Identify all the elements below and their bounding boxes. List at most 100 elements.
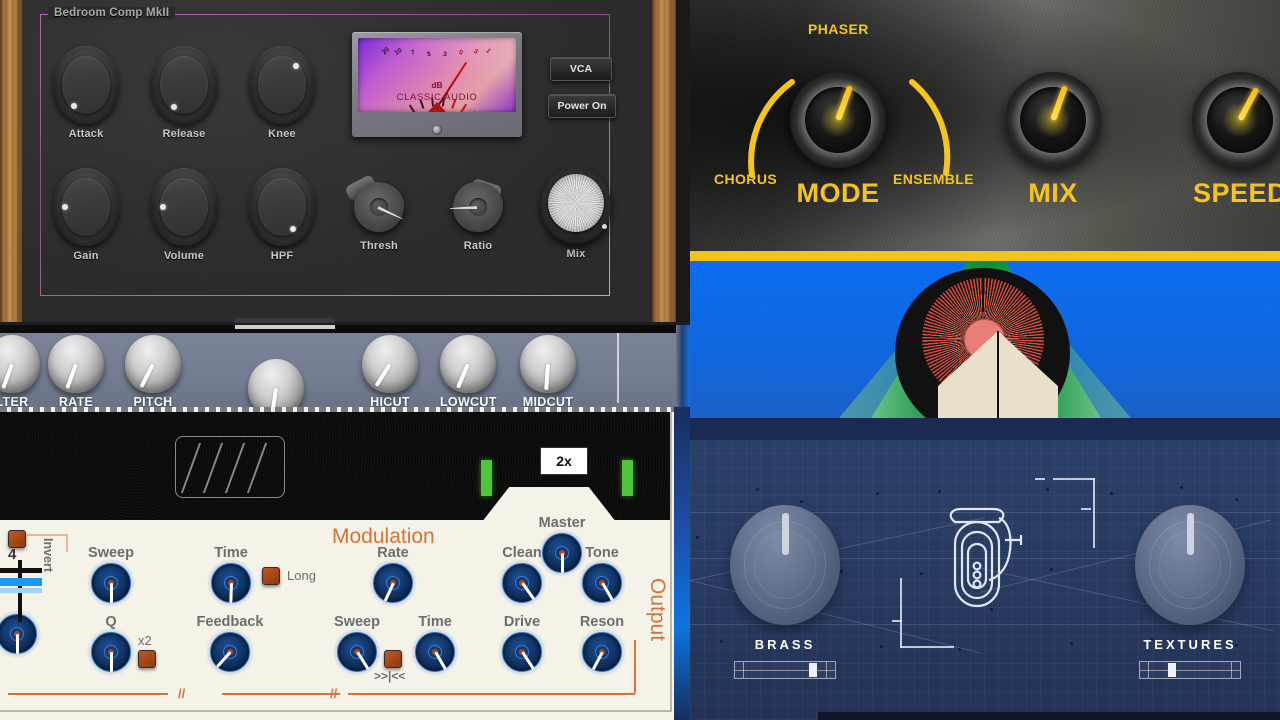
output-section-title: Output [646, 578, 669, 642]
slider-brass-handle[interactable] [809, 663, 817, 677]
blueprint-bottom-bar [818, 712, 1280, 720]
knob-attack-label: Attack [68, 128, 104, 140]
mode-label-ensemble: ENSEMBLE [893, 171, 974, 187]
x2-toggle[interactable] [138, 650, 156, 668]
knob-attack[interactable]: Attack [52, 46, 120, 140]
mod-knob-edge-indicator [15, 634, 19, 654]
mod-knob-time-bottom[interactable]: Time [400, 614, 470, 676]
mod-knob-sweep-top-indicator [109, 583, 113, 603]
knob-knee-label: Knee [268, 128, 296, 140]
vca-button[interactable]: VCA [550, 57, 612, 81]
compressor-bottom-tab[interactable] [235, 318, 335, 323]
mod-knob-feedback[interactable]: Feedback [195, 614, 265, 676]
phaser-plugin-panel: PHASER CHORUS ENSEMBLE MODE MIX SPEED [690, 0, 1280, 256]
knob-mix-phaser[interactable]: MIX [1005, 72, 1101, 209]
strip-knob-hicut[interactable]: HICUT [362, 335, 418, 407]
knob-thresh[interactable]: Thresh [344, 168, 410, 252]
compressor-group-title: Bedroom Comp MkII [48, 7, 176, 19]
strip-knob-indicator [65, 363, 78, 390]
power-on-button[interactable]: Power On [548, 94, 616, 118]
strip-knob-lter[interactable]: LTER [0, 335, 40, 407]
strip-divider [617, 333, 619, 403]
strip-knob-label: LTER [0, 395, 29, 407]
strip-knob-lowcut[interactable]: LOWCUT [440, 335, 496, 407]
wood-side-panel-right [652, 0, 676, 330]
mod-knob-drive[interactable]: Drive [487, 614, 557, 676]
strip-knob-midcut[interactable]: MIDCUT [520, 335, 576, 407]
sync-toggle-label: >>|<< [374, 669, 406, 683]
knob-mix[interactable]: Mix [541, 166, 611, 260]
wood-side-panel-left [0, 0, 22, 330]
strip-knob-indicator [544, 363, 550, 391]
knob-volume[interactable]: Volume [150, 168, 218, 262]
knob-gain[interactable]: Gain [52, 168, 120, 262]
mode-label-phaser: PHASER [808, 21, 869, 37]
slider-textures[interactable] [1139, 661, 1241, 679]
mod-knob-q[interactable]: Q [76, 614, 146, 676]
knob-speed[interactable]: SPEED [1192, 72, 1280, 209]
mod-knob-time-top[interactable]: Time [196, 545, 266, 607]
knob-hpf-indicator [289, 225, 296, 232]
mod-knob-clean[interactable]: Clean [487, 545, 557, 607]
peak-multiplier-badge[interactable]: 2x [540, 447, 588, 475]
long-toggle[interactable] [262, 567, 280, 585]
mod-knob-tone[interactable]: Tone [567, 545, 637, 607]
strip-knob-indicator [139, 363, 155, 389]
mix-fader[interactable] [0, 560, 42, 622]
signal-rail-3 [487, 693, 635, 695]
mod-knob-reson[interactable]: Reson [567, 614, 637, 676]
strip-knob-pitch[interactable]: PITCH [125, 335, 181, 407]
strip-knob-indicator [374, 362, 392, 388]
blueprint-dot [876, 492, 879, 495]
mod-knob-rate[interactable]: Rate [358, 545, 428, 607]
blueprint-dot [1235, 498, 1238, 501]
invert-label: Invert [41, 538, 55, 573]
invert-connector [26, 534, 68, 536]
signal-rail-2 [348, 693, 494, 695]
strip-knob-label: MIDCUT [522, 395, 574, 407]
strip-top-bar [0, 325, 690, 333]
slider-brass[interactable] [734, 661, 836, 679]
strip-knob-indicator [1, 363, 14, 390]
blueprint-dot [696, 536, 699, 539]
blueprint-dot [1050, 568, 1053, 571]
mod-knob-sweep-top[interactable]: Sweep [76, 545, 146, 607]
invert-connector-down [66, 534, 68, 552]
rail-mark-1: // [330, 686, 338, 701]
dimension-guide-bottom-left [892, 578, 960, 656]
knob-knee[interactable]: Knee [248, 46, 316, 140]
knob-brass-indicator [781, 513, 789, 555]
knob-textures[interactable]: TEXTURES [1110, 505, 1270, 679]
vu-meter-unit: dB [431, 80, 443, 90]
mod-knob-sweep-bottom[interactable]: Sweep [322, 614, 392, 676]
knob-thresh-label: Thresh [360, 240, 398, 252]
knob-textures-label: TEXTURES [1143, 637, 1237, 652]
long-toggle-label: Long [287, 568, 316, 583]
dimension-guide-top-right [1035, 478, 1095, 548]
knob-release[interactable]: Release [150, 46, 218, 140]
strip-knob-unlabeled-3[interactable] [248, 359, 304, 407]
mod-knob-master-indicator [560, 553, 564, 573]
slider-textures-handle[interactable] [1168, 663, 1176, 677]
modulation-section-title: Modulation [332, 525, 435, 548]
strip-knob-indicator [270, 387, 278, 407]
knob-ratio-label: Ratio [463, 240, 493, 252]
knob-hpf[interactable]: HPF [248, 168, 316, 262]
modulation-right-edge [674, 407, 690, 720]
knob-attack-indicator [71, 102, 78, 109]
knob-ratio[interactable]: Ratio [447, 168, 509, 252]
artwork-ground-band [690, 418, 1280, 440]
knob-brass[interactable]: BRASS [705, 505, 865, 679]
mod-knob-time-top-indicator [228, 582, 233, 604]
knob-mode[interactable]: MODE [790, 72, 886, 209]
x2-toggle-label: x2 [138, 633, 152, 648]
knob-gain-label: Gain [73, 250, 99, 262]
strip-tab-handle[interactable] [235, 325, 335, 329]
strip-knob-label: PITCH [133, 395, 173, 407]
sync-toggle[interactable] [384, 650, 402, 668]
strip-knob-rate[interactable]: RATE [48, 335, 104, 407]
blueprint-dot [800, 500, 803, 503]
rail-mark-0: // [178, 686, 186, 701]
vu-tick-label: 3 [442, 50, 448, 59]
blueprint-dot [1180, 486, 1183, 489]
